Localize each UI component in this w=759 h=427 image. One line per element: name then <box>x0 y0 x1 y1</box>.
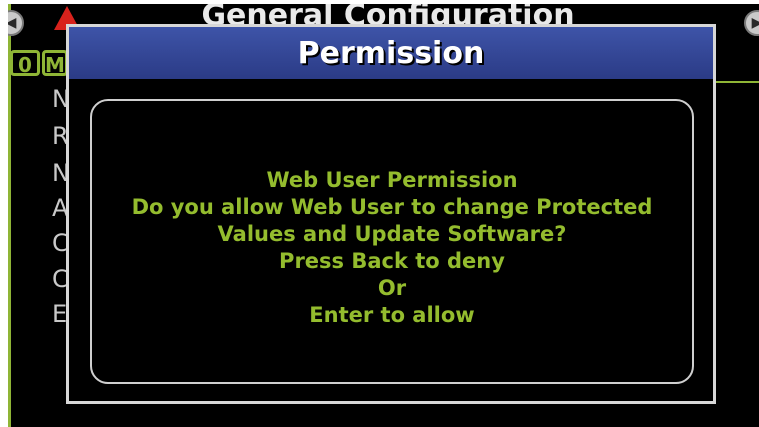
dialog-header: Permission <box>69 27 713 79</box>
chevron-left-icon[interactable]: ◀ <box>8 10 24 36</box>
message-line: Press Back to deny <box>279 249 505 273</box>
status-badge-0: 0 <box>10 50 40 77</box>
message-line: Do you allow Web User to change Protecte… <box>131 195 653 219</box>
status-badge-m: M <box>42 50 68 76</box>
dialog-title: Permission <box>297 35 485 71</box>
dialog-body: Web User Permission Do you allow Web Use… <box>90 99 694 384</box>
message-line: Or <box>377 276 407 300</box>
permission-dialog: Permission Web User Permission Do you al… <box>66 24 716 404</box>
background-menu-item: E <box>52 300 68 328</box>
permission-message: Web User Permission Do you allow Web Use… <box>92 167 692 329</box>
message-line: Values and Update Software? <box>217 222 567 246</box>
message-line: Enter to allow <box>309 303 475 327</box>
message-line: Web User Permission <box>266 168 518 192</box>
chevron-right-icon[interactable]: ▶ <box>744 10 759 36</box>
